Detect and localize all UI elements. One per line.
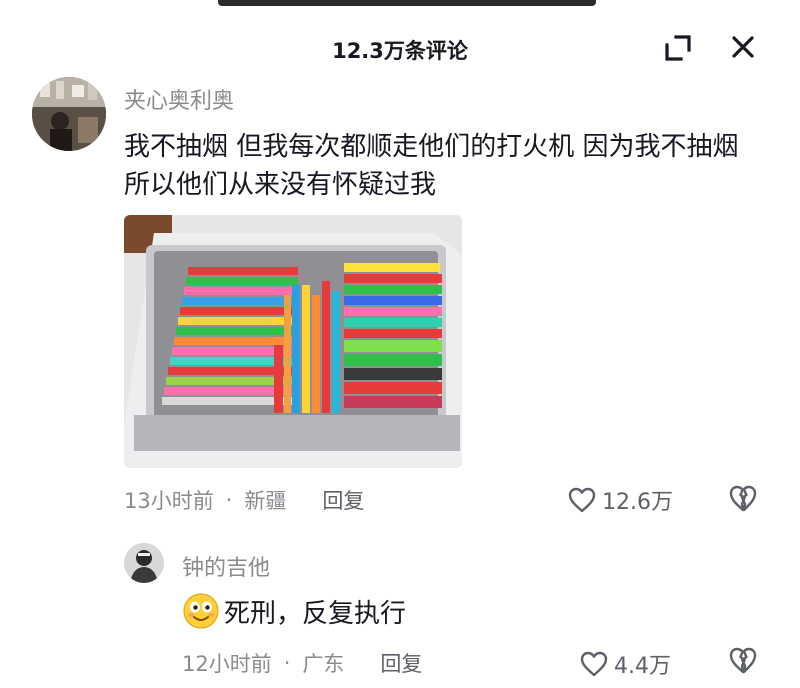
- commenter-avatar[interactable]: [32, 77, 106, 151]
- replier-username[interactable]: 钟的吉他: [182, 550, 270, 582]
- comments-header: 12.3万条评论: [0, 26, 800, 70]
- heart-outline-icon: [580, 651, 608, 677]
- commenter-username[interactable]: 夹心奥利奥: [124, 83, 234, 115]
- broken-heart-icon: [729, 647, 757, 674]
- reply-text-content: 死刑，反复执行: [224, 598, 407, 629]
- broken-heart-icon: [729, 485, 757, 512]
- reply-button[interactable]: 回复: [322, 485, 364, 515]
- reply-time: 12小时前: [182, 652, 272, 676]
- avatar-image: [124, 543, 164, 583]
- dislike-button[interactable]: [728, 484, 758, 516]
- expand-button[interactable]: [662, 32, 694, 64]
- top-status-strip: [0, 0, 800, 6]
- like-button[interactable]: 12.6万: [568, 484, 673, 516]
- comment-meta: 13小时前 · 新疆 回复: [124, 485, 364, 515]
- expand-icon: [665, 35, 691, 61]
- comment-body: 我不抽烟 但我每次都顺走他们的打火机 因为我不抽烟所以他们从来没有怀疑过我: [124, 132, 739, 200]
- close-icon: [732, 36, 754, 58]
- like-button[interactable]: 4.4万: [580, 648, 671, 680]
- comment-location: 新疆: [244, 489, 287, 513]
- like-count: 12.6万: [602, 490, 673, 515]
- reply-location: 广东: [302, 652, 345, 676]
- heart-outline-icon: [568, 487, 596, 513]
- comment-photo[interactable]: [124, 215, 462, 468]
- reply-button[interactable]: 回复: [380, 648, 422, 678]
- close-button[interactable]: [726, 30, 760, 64]
- meta-separator: ·: [225, 488, 233, 512]
- reply-body: 死刑，反复执行: [182, 592, 406, 630]
- avatar-image: [32, 77, 106, 151]
- like-count: 4.4万: [614, 654, 671, 679]
- lighters-tray-image: [124, 215, 462, 468]
- comment-time: 13小时前: [124, 489, 214, 513]
- reply-meta: 12小时前 · 广东 回复: [182, 648, 422, 678]
- meta-separator: ·: [283, 651, 291, 675]
- smiling-face-emoji: [183, 593, 219, 629]
- video-preview-edge: [218, 0, 596, 6]
- dislike-button[interactable]: [728, 646, 758, 678]
- replier-avatar[interactable]: [124, 543, 164, 583]
